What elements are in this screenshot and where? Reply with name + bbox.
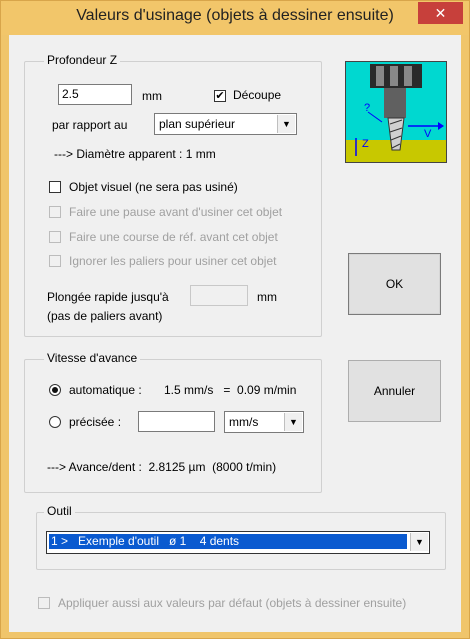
plongee-label: Plongée rapide jusqu'à — [47, 290, 169, 304]
illustration-z-label: Z — [362, 138, 369, 150]
ignorer-paliers-label: Ignorer les paliers pour usiner cet obje… — [69, 254, 277, 268]
depth-unit-label: mm — [142, 89, 162, 103]
auto-radio[interactable] — [49, 384, 61, 396]
outil-select[interactable]: 1 > Exemple d'outil ø 1 4 dents ▼ — [46, 531, 430, 554]
outil-legend: Outil — [44, 504, 75, 518]
par-rapport-label: par rapport au — [52, 118, 128, 132]
auto-value: 1.5 mm/s = 0.09 m/min — [164, 383, 297, 397]
pause-checkbox[interactable] — [49, 206, 61, 218]
ignorer-paliers-checkbox[interactable] — [49, 255, 61, 267]
unit-select-value: mm/s — [229, 415, 259, 429]
diametre-text: ---> Diamètre apparent : 1 mm — [54, 147, 216, 161]
appliquer-checkbox[interactable] — [38, 597, 50, 609]
outil-select-value: 1 > Exemple d'outil ø 1 4 dents — [49, 534, 407, 549]
chevron-down-icon[interactable]: ▼ — [284, 413, 302, 431]
decoupe-checkbox[interactable]: ✔ — [214, 90, 226, 102]
plongee-sublabel: (pas de paliers avant) — [47, 309, 163, 323]
reference-select-value: plan supérieur — [159, 117, 236, 131]
course-ref-label: Faire une course de réf. avant cet objet — [69, 230, 278, 244]
pause-label: Faire une pause avant d'usiner cet objet — [69, 205, 283, 219]
reference-select[interactable]: plan supérieur ▼ — [154, 113, 297, 135]
illustration-v-label: V — [424, 128, 432, 140]
decoupe-label: Découpe — [233, 88, 282, 102]
precisee-input[interactable] — [138, 411, 215, 432]
objet-visuel-label: Objet visuel (ne sera pas usiné) — [69, 180, 238, 194]
plongee-unit-label: mm — [257, 290, 277, 304]
close-button[interactable]: ✕ — [418, 2, 463, 24]
chevron-down-icon[interactable]: ▼ — [410, 533, 428, 551]
ok-button-label: OK — [385, 277, 404, 291]
profondeur-legend: Profondeur Z — [44, 53, 121, 67]
title-bar: Valeurs d'usinage (objets à dessiner ens… — [1, 1, 469, 35]
dialog-client-area: Profondeur Z 2.5 mm ✔ Découpe par rappor… — [9, 35, 461, 632]
illustration-question-label: ? — [364, 102, 371, 114]
milling-tool-icon — [346, 64, 446, 162]
vitesse-legend: Vitesse d'avance — [44, 351, 141, 365]
precisee-label: précisée : — [69, 415, 122, 429]
precisee-radio[interactable] — [49, 416, 61, 428]
chevron-down-icon[interactable]: ▼ — [277, 115, 295, 133]
ok-button[interactable]: OK — [348, 253, 441, 315]
auto-label: automatique : — [69, 383, 142, 397]
course-ref-checkbox[interactable] — [49, 231, 61, 243]
annuler-button-label: Annuler — [373, 384, 416, 398]
avance-text: ---> Avance/dent : 2.8125 µm (8000 t/min… — [47, 460, 277, 474]
unit-select[interactable]: mm/s ▼ — [224, 411, 304, 433]
objet-visuel-checkbox[interactable] — [49, 181, 61, 193]
window-title: Valeurs d'usinage (objets à dessiner ens… — [76, 7, 394, 24]
annuler-button[interactable]: Annuler — [348, 360, 441, 422]
dialog-window: Valeurs d'usinage (objets à dessiner ens… — [0, 0, 470, 639]
tool-illustration: ? Z V — [345, 61, 447, 163]
plongee-input[interactable] — [190, 285, 248, 306]
appliquer-label: Appliquer aussi aux valeurs par défaut (… — [58, 596, 407, 610]
depth-input[interactable]: 2.5 — [58, 84, 132, 105]
